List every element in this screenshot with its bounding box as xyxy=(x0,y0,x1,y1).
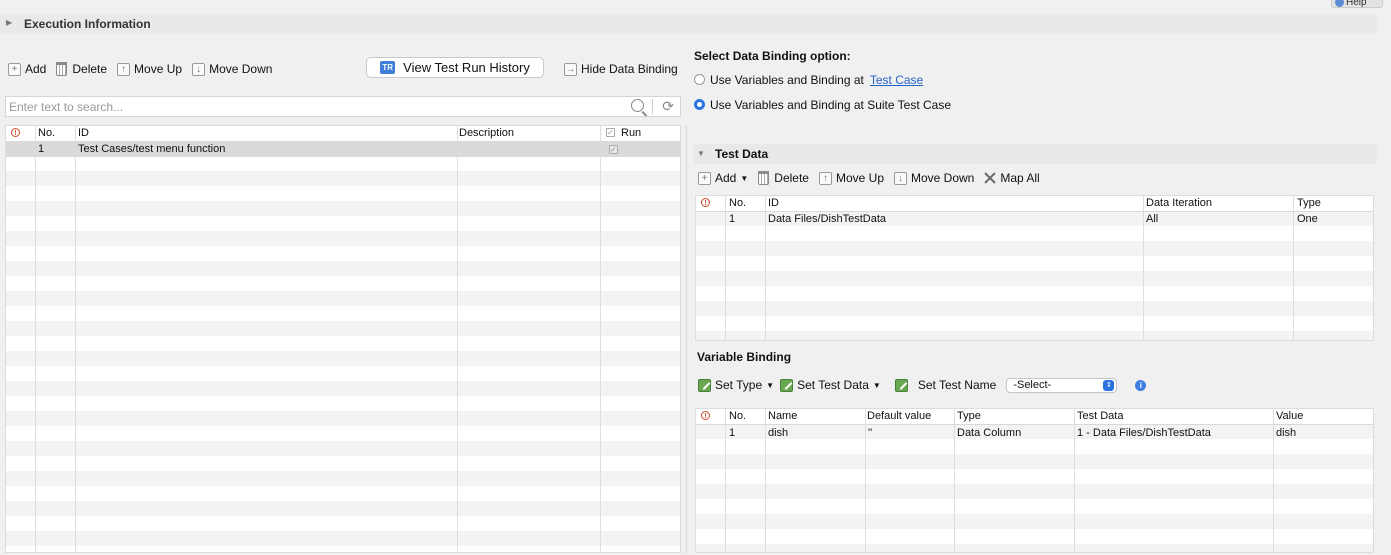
column-header-type[interactable]: Type xyxy=(1297,197,1321,209)
test-data-title: Test Data xyxy=(715,147,769,161)
search-field[interactable]: Enter text to search... ⟳ xyxy=(5,96,681,117)
test-data-toolbar: + Add ▼ Delete ↑ Move Up ↓ Move Down Map All xyxy=(698,168,1050,188)
row-value: dish xyxy=(1276,427,1297,439)
row-type: One xyxy=(1297,213,1318,225)
test-data-delete-button[interactable]: Delete xyxy=(758,171,809,185)
set-type-button[interactable]: Set Type ▼ xyxy=(698,378,774,392)
search-icon[interactable] xyxy=(631,99,644,112)
select-arrows-icon: ⇕ xyxy=(1103,379,1115,391)
testops-icon: TR xyxy=(380,61,396,74)
help-button[interactable]: Help xyxy=(1331,0,1383,8)
table-row[interactable]: 1 dish '' Data Column 1 - Data Files/Dis… xyxy=(696,425,1373,441)
column-header-no[interactable]: No. xyxy=(729,197,746,209)
add-button[interactable]: + Add xyxy=(8,62,46,76)
column-header-data-iteration[interactable]: Data Iteration xyxy=(1146,197,1212,209)
table-header: ! No. ID Description ✓ Run xyxy=(6,126,680,142)
variable-binding-table: ! No. Name Default value Type Test Data … xyxy=(695,408,1374,553)
set-test-data-button[interactable]: Set Test Data ▼ xyxy=(780,378,881,392)
column-header-description[interactable]: Description xyxy=(459,127,514,139)
test-data-section[interactable]: ▼ Test Data xyxy=(694,144,1377,164)
trash-icon xyxy=(56,62,68,76)
row-data-iteration: All xyxy=(1146,213,1159,225)
column-header-test-data[interactable]: Test Data xyxy=(1077,410,1123,422)
run-all-checkbox[interactable]: ✓ xyxy=(606,128,615,137)
row-no: 1 xyxy=(729,213,736,225)
error-status-icon: ! xyxy=(701,411,710,420)
radio-suite-test-case[interactable] xyxy=(694,99,705,110)
test-data-add-button[interactable]: + Add ▼ xyxy=(698,171,748,185)
row-id: Test Cases/test menu function xyxy=(78,143,226,155)
table-header: ! No. Name Default value Type Test Data … xyxy=(696,409,1373,425)
divider xyxy=(652,99,653,114)
collapse-arrow-icon: → xyxy=(564,62,577,76)
table-header: ! No. ID Data Iteration Type xyxy=(696,196,1373,212)
test-case-table: ! No. ID Description ✓ Run 1 Test Cases/… xyxy=(5,125,681,553)
column-header-id[interactable]: ID xyxy=(78,127,89,139)
execution-info-section[interactable]: ▶ Execution Information xyxy=(0,14,1377,34)
binding-option-title: Select Data Binding option: xyxy=(694,49,851,63)
test-name-select[interactable]: -Select- ⇕ xyxy=(1006,377,1118,393)
dropdown-arrow-icon[interactable]: ▼ xyxy=(740,174,748,183)
table-row[interactable]: 1 Data Files/DishTestData All One xyxy=(696,212,1373,227)
help-icon xyxy=(1335,0,1344,7)
test-case-toolbar: + Add Delete ↑ Move Up ↓ Move Down xyxy=(8,59,282,79)
radio-test-case[interactable] xyxy=(694,74,705,85)
arrow-up-icon: ↑ xyxy=(818,171,832,185)
map-all-button[interactable]: Map All xyxy=(984,171,1039,185)
row-type: Data Column xyxy=(957,427,1022,439)
binding-option-test-case[interactable]: Use Variables and Binding at Test Case xyxy=(694,73,923,87)
variable-binding-toolbar: Set Type ▼ Set Test Data ▼ Set Test Name -… xyxy=(698,375,1147,395)
map-all-icon xyxy=(984,172,996,184)
plus-icon: + xyxy=(698,171,711,185)
error-status-icon: ! xyxy=(11,128,20,137)
test-data-move-up-button[interactable]: ↑ Move Up xyxy=(818,171,884,185)
column-header-name[interactable]: Name xyxy=(768,410,797,422)
arrow-down-icon: ↓ xyxy=(894,171,907,185)
edit-icon xyxy=(780,378,794,392)
test-data-move-down-button[interactable]: ↓ Move Down xyxy=(894,171,974,185)
expand-triangle-icon[interactable]: ▶ xyxy=(6,18,12,27)
move-up-button[interactable]: ↑ Move Up xyxy=(117,62,182,76)
dropdown-arrow-icon[interactable]: ▼ xyxy=(766,381,774,390)
trash-icon xyxy=(758,171,770,185)
edit-icon xyxy=(698,378,711,392)
column-header-no[interactable]: No. xyxy=(38,127,55,139)
collapse-triangle-icon[interactable]: ▼ xyxy=(697,149,705,158)
column-header-run[interactable]: Run xyxy=(621,127,641,139)
row-id: Data Files/DishTestData xyxy=(768,213,886,225)
execution-info-title: Execution Information xyxy=(24,17,151,31)
refresh-search-icon[interactable]: ⟳ xyxy=(662,99,674,114)
test-data-table: ! No. ID Data Iteration Type 1 Data File… xyxy=(695,195,1374,341)
row-no: 1 xyxy=(38,143,45,155)
variable-binding-title: Variable Binding xyxy=(697,350,792,364)
column-header-type[interactable]: Type xyxy=(957,410,981,422)
column-header-id[interactable]: ID xyxy=(768,197,779,209)
move-down-button[interactable]: ↓ Move Down xyxy=(192,62,272,76)
panel-divider[interactable] xyxy=(686,125,687,553)
search-input[interactable]: Enter text to search... xyxy=(9,100,123,114)
arrow-up-icon: ↑ xyxy=(117,62,131,76)
arrow-down-icon: ↓ xyxy=(192,62,206,76)
column-header-default-value[interactable]: Default value xyxy=(867,410,931,422)
row-name: dish xyxy=(768,427,789,439)
edit-icon xyxy=(894,378,908,392)
info-icon[interactable]: i xyxy=(1135,379,1147,391)
row-default-value: '' xyxy=(868,427,873,439)
delete-button[interactable]: Delete xyxy=(56,62,107,76)
row-run-checkbox[interactable]: ✓ xyxy=(609,145,618,154)
test-case-link[interactable]: Test Case xyxy=(870,73,923,87)
error-status-icon: ! xyxy=(701,198,710,207)
view-test-run-history-button[interactable]: TR View Test Run History xyxy=(366,57,544,78)
binding-option-suite-test-case[interactable]: Use Variables and Binding at Suite Test … xyxy=(694,98,951,112)
row-no: 1 xyxy=(729,427,736,439)
column-header-value[interactable]: Value xyxy=(1276,410,1303,422)
plus-icon: + xyxy=(8,62,21,76)
dropdown-arrow-icon[interactable]: ▼ xyxy=(873,381,881,390)
row-test-data: 1 - Data Files/DishTestData xyxy=(1077,427,1211,439)
hide-data-binding-button[interactable]: → Hide Data Binding xyxy=(564,59,678,79)
set-test-name-button[interactable]: Set Test Name xyxy=(894,378,996,392)
column-header-no[interactable]: No. xyxy=(729,410,746,422)
table-row[interactable]: 1 Test Cases/test menu function ✓ xyxy=(6,142,680,157)
